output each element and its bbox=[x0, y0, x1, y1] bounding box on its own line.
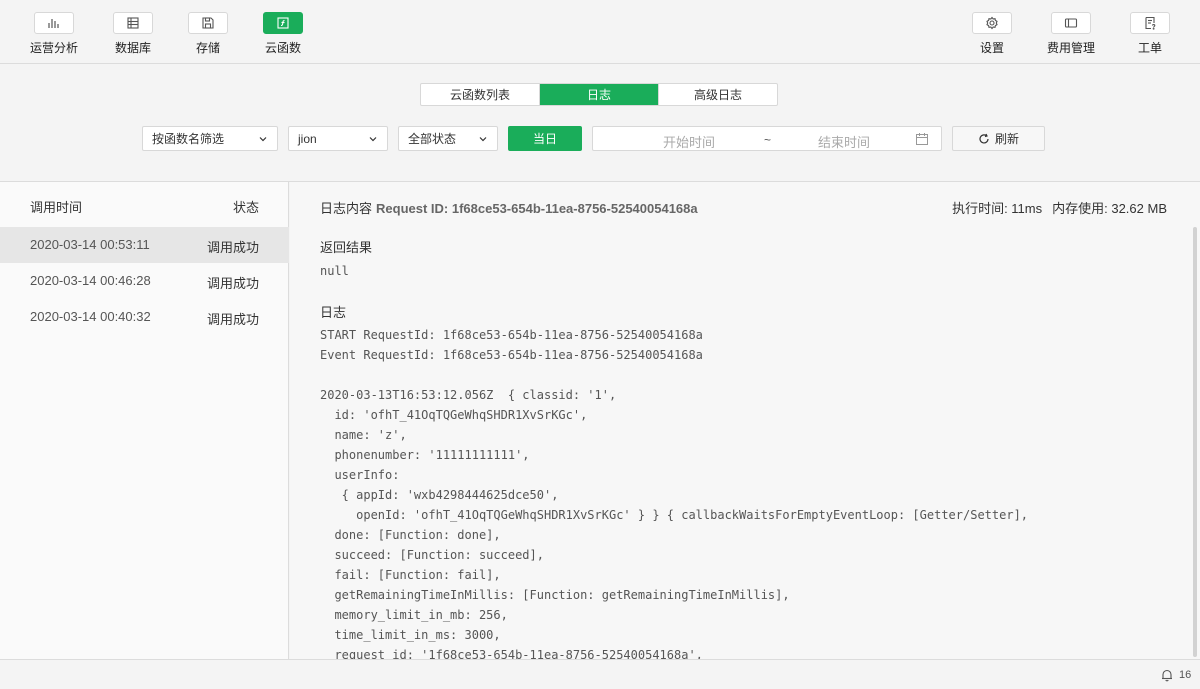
log-output: START RequestId: 1f68ce53-654b-11ea-8756… bbox=[320, 325, 1028, 659]
chevron-down-icon bbox=[369, 137, 377, 142]
log-line: memory_limit_in_mb: 256, bbox=[320, 608, 508, 622]
toolbar-label: 工单 bbox=[1137, 41, 1162, 55]
function-filter-select[interactable]: 按函数名筛选 bbox=[142, 126, 278, 151]
list-item[interactable]: 2020-03-14 00:53:11 调用成功 bbox=[0, 227, 289, 263]
billing-icon bbox=[1051, 12, 1091, 34]
toolbar-label: 存储 bbox=[195, 41, 220, 55]
toolbar-ticket-button[interactable]: 工单 bbox=[1110, 0, 1190, 64]
exec-meta: 执行时间: 11ms 内存使用: 32.62 MB bbox=[942, 198, 1167, 217]
tab-logs[interactable]: 日志 bbox=[540, 84, 659, 105]
list-item[interactable]: 2020-03-14 00:46:28 调用成功 bbox=[0, 263, 289, 299]
refresh-label: 刷新 bbox=[994, 132, 1019, 146]
end-time-input[interactable]: 结束时间 bbox=[818, 132, 870, 151]
toolbar-settings-button[interactable]: 设置 bbox=[952, 0, 1032, 64]
col-time-header: 调用时间 bbox=[30, 200, 83, 215]
log-line: { appId: 'wxb4298444625dce50', bbox=[320, 488, 559, 502]
gear-icon bbox=[972, 12, 1012, 34]
col-status-header: 状态 bbox=[233, 200, 260, 215]
bar-chart-icon bbox=[34, 12, 74, 34]
refresh-button[interactable]: 刷新 bbox=[952, 126, 1045, 151]
calendar-icon bbox=[916, 133, 928, 145]
start-time-input[interactable]: 开始时间 bbox=[663, 132, 715, 151]
log-line: id: 'ofhT_41OqTQGeWhqSHDR1XvSrKGc', bbox=[320, 408, 588, 422]
log-line: time_limit_in_ms: 3000, bbox=[320, 628, 501, 642]
request-id: Request ID: 1f68ce53-654b-11ea-8756-5254… bbox=[376, 201, 698, 216]
toolbar-storage-button[interactable]: 存储 bbox=[168, 0, 248, 64]
invocation-time: 2020-03-14 00:46:28 bbox=[30, 273, 151, 288]
log-line: openId: 'ofhT_41OqTQGeWhqSHDR1XvSrKGc' }… bbox=[320, 508, 1029, 522]
result-section-title: 返回结果 bbox=[320, 240, 373, 255]
result-value: null bbox=[320, 264, 349, 278]
toolbar-ops-analysis-button[interactable]: 运营分析 bbox=[14, 0, 94, 64]
invocation-status: 调用成功 bbox=[207, 240, 260, 255]
log-line: request_id: '1f68ce53-654b-11ea-8756-525… bbox=[320, 648, 703, 659]
toolbar-label: 设置 bbox=[979, 41, 1004, 55]
tab-advanced-logs[interactable]: 高级日志 bbox=[659, 84, 777, 105]
log-section-title: 日志 bbox=[320, 305, 347, 320]
log-line: fail: [Function: fail], bbox=[320, 568, 501, 582]
log-detail-panel: 日志内容 Request ID: 1f68ce53-654b-11ea-8756-… bbox=[290, 182, 1200, 659]
invocation-status: 调用成功 bbox=[207, 312, 260, 327]
database-icon bbox=[113, 12, 153, 34]
toolbar-label: 云函数 bbox=[264, 41, 301, 55]
date-separator: ~ bbox=[764, 133, 772, 147]
notification-count: 16 bbox=[1179, 669, 1192, 681]
log-line: name: 'z', bbox=[320, 428, 407, 442]
log-line: userInfo: bbox=[320, 468, 400, 482]
scrollbar[interactable] bbox=[1193, 227, 1197, 657]
invocation-status: 调用成功 bbox=[207, 276, 260, 291]
cloud-function-icon bbox=[263, 12, 303, 34]
log-line: done: [Function: done], bbox=[320, 528, 501, 542]
log-line: phonenumber: '11111111111', bbox=[320, 448, 530, 462]
log-line: START RequestId: 1f68ce53-654b-11ea-8756… bbox=[320, 328, 703, 342]
invocation-list: 调用时间 状态 2020-03-14 00:53:11 调用成功 2020-03… bbox=[0, 182, 289, 659]
tab-function-list[interactable]: 云函数列表 bbox=[421, 84, 540, 105]
log-line: 2020-03-13T16:53:12.056Z { classid: '1', bbox=[320, 388, 617, 402]
chevron-down-icon bbox=[259, 137, 267, 142]
log-detail-title: 日志内容 Request ID: 1f68ce53-654b-11ea-8756-… bbox=[320, 198, 698, 217]
log-content-label: 日志内容 bbox=[320, 201, 373, 216]
toolbar-label: 运营分析 bbox=[29, 41, 78, 55]
date-range-picker[interactable]: 开始时间 ~ 结束时间 bbox=[592, 126, 942, 151]
memory-usage: 内存使用: 32.62 MB bbox=[1052, 201, 1167, 216]
top-toolbar: 运营分析 数据库 存储 云函数 设置 费用管理 工单 bbox=[0, 0, 1200, 64]
invocation-time: 2020-03-14 00:53:11 bbox=[30, 237, 150, 252]
refresh-icon bbox=[979, 133, 989, 143]
chevron-down-icon bbox=[479, 137, 487, 142]
exec-time: 执行时间: 11ms bbox=[952, 201, 1043, 216]
toolbar-label: 费用管理 bbox=[1046, 41, 1095, 55]
list-header: 调用时间 状态 bbox=[0, 182, 289, 227]
log-line: Event RequestId: 1f68ce53-654b-11ea-8756… bbox=[320, 348, 703, 362]
status-value: 全部状态 bbox=[408, 132, 457, 146]
invocation-time: 2020-03-14 00:40:32 bbox=[30, 309, 151, 324]
env-value: jion bbox=[298, 131, 317, 146]
log-line: getRemainingTimeInMillis: [Function: get… bbox=[320, 588, 790, 602]
ticket-icon bbox=[1130, 12, 1170, 34]
toolbar-database-button[interactable]: 数据库 bbox=[93, 0, 173, 64]
toolbar-billing-button[interactable]: 费用管理 bbox=[1031, 0, 1111, 64]
bell-icon[interactable] bbox=[1160, 668, 1174, 682]
log-line: succeed: [Function: succeed], bbox=[320, 548, 544, 562]
log-tabs: 云函数列表 日志 高级日志 bbox=[420, 83, 778, 106]
function-filter-value: 按函数名筛选 bbox=[152, 132, 225, 146]
today-button[interactable]: 当日 bbox=[508, 126, 582, 151]
env-select[interactable]: jion bbox=[288, 126, 388, 151]
storage-icon bbox=[188, 12, 228, 34]
list-item[interactable]: 2020-03-14 00:40:32 调用成功 bbox=[0, 299, 289, 335]
toolbar-cloud-function-button[interactable]: 云函数 bbox=[243, 0, 323, 64]
status-select[interactable]: 全部状态 bbox=[398, 126, 498, 151]
toolbar-label: 数据库 bbox=[114, 41, 151, 55]
status-bar: 16 bbox=[0, 659, 1200, 689]
